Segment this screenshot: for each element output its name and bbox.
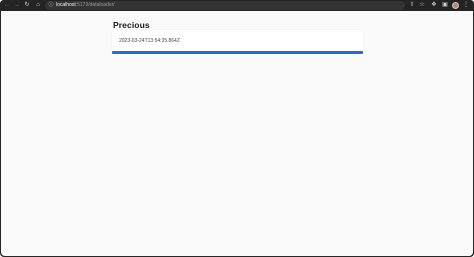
- avatar[interactable]: [452, 2, 459, 9]
- kebab-menu-icon[interactable]: ⋮: [462, 0, 470, 11]
- site-info-icon[interactable]: ⓘ: [48, 1, 54, 10]
- browser-toolbar: ← → ↻ ⌂ ⓘ localhost:5173/dataloader/ ⇧ ☆…: [0, 0, 474, 11]
- timestamp-value: 2023-03-24T13:54:35.864Z: [119, 38, 180, 44]
- forward-icon[interactable]: →: [12, 0, 22, 11]
- browser-window: ← → ↻ ⌂ ⓘ localhost:5173/dataloader/ ⇧ ☆…: [0, 0, 474, 257]
- progress-fill: [112, 51, 363, 54]
- back-icon[interactable]: ←: [2, 0, 12, 11]
- home-icon[interactable]: ⌂: [33, 0, 43, 11]
- page-viewport: Precious 2023-03-24T13:54:35.864Z: [1, 11, 473, 256]
- reload-icon[interactable]: ↻: [22, 0, 32, 11]
- url-text: localhost:5173/dataloader/: [56, 1, 115, 10]
- puzzle-icon[interactable]: ❖: [430, 0, 438, 11]
- side-panel-icon[interactable]: ▣: [441, 0, 449, 11]
- share-icon[interactable]: ⇧: [408, 0, 416, 11]
- address-bar[interactable]: ⓘ localhost:5173/dataloader/: [45, 1, 405, 10]
- page-title: Precious: [113, 20, 150, 30]
- loading-progress-bar: [112, 51, 363, 54]
- url-host: localhost: [56, 2, 76, 8]
- url-path: :5173/dataloader/: [75, 2, 115, 8]
- star-icon[interactable]: ☆: [418, 0, 426, 11]
